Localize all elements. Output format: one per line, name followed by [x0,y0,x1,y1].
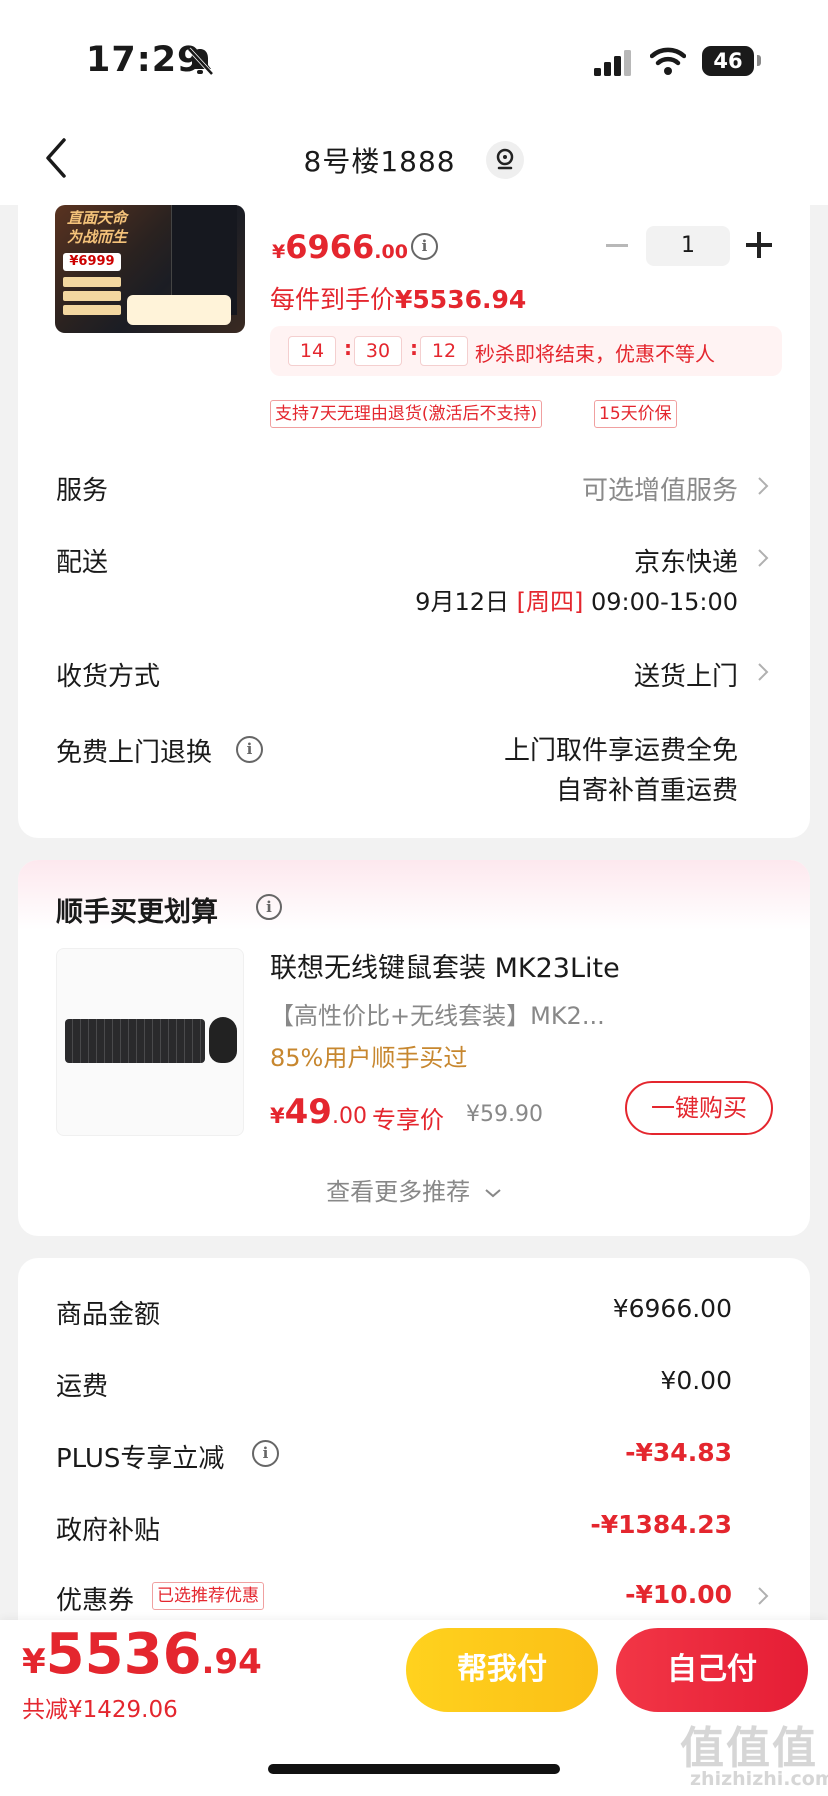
free-return-line1: 上门取件享运费全免 [503,736,738,766]
countdown-minutes: 30 [354,336,402,366]
address-text: 8号楼1888 [303,145,456,178]
battery-tip [757,55,761,66]
coupon-value[interactable]: -¥10.00 [625,1580,732,1609]
countdown-colon: : [410,336,418,360]
chevron-right-icon[interactable] [756,548,770,568]
per-item-price: 每件到手价¥5536.94 [270,285,527,314]
spec-chip [63,305,121,315]
total-price: ¥5536.94 [22,1622,262,1687]
addon-bought-rate: 85%用户顺手买过 [270,1044,468,1072]
countdown-text: 秒杀即将结束，优惠不等人 [475,342,715,366]
total-saved: 共减¥1429.06 [22,1697,178,1723]
product-image-price: ¥6999 [63,253,121,271]
addon-section-title: 顺手买更划算 [56,897,218,928]
return-policy-tag: 支持7天无理由退货(激活后不支持) [270,400,543,428]
addon-product-name[interactable]: 联想无线键鼠套装 MK23Lite [270,946,620,985]
delivery-time: 9月12日 [周四] 09:00-15:00 [415,588,738,616]
unit-price: ¥6966.00 [272,228,408,266]
home-indicator[interactable] [268,1764,560,1774]
addon-original-price: ¥59.90 [466,1102,543,1127]
chevron-right-icon[interactable] [756,1586,770,1606]
receive-method-label: 收货方式 [56,662,161,692]
signal-icon [594,50,631,76]
goods-amount-label: 商品金额 [56,1300,161,1330]
info-icon[interactable]: i [256,894,282,920]
location-pin-icon[interactable] [486,141,525,179]
info-icon[interactable]: i [411,233,438,260]
subsidy-bubble [127,295,231,325]
shipping-label: 运费 [56,1372,109,1402]
keyboard-product-image[interactable] [56,948,244,1136]
delivery-value[interactable]: 京东快递 [634,542,738,579]
product-image-caption: 直面天命 为战而生 [67,209,128,246]
chevron-right-icon[interactable] [756,476,770,496]
coupon-selected-tag: 已选推荐优惠 [152,1582,264,1610]
more-recommendations-label: 查看更多推荐 [326,1178,471,1206]
site-watermark: 值值值 zhizhizhi.com [680,1723,828,1790]
info-icon[interactable]: i [252,1440,279,1467]
plus-discount-label: PLUS专享立减 [56,1444,225,1474]
address-title[interactable]: 8号楼1888 [0,140,828,180]
chevron-right-icon[interactable] [756,662,770,682]
exclusive-price-label: 专享价 [372,1106,444,1134]
bell-off-icon [187,47,214,76]
one-click-buy-button[interactable]: 一键购买 [625,1081,773,1135]
service-label: 服务 [56,476,109,506]
help-me-pay-button[interactable]: 帮我付 [406,1628,598,1712]
keyboard-graphic [65,1019,205,1063]
spec-chip [63,291,121,301]
battery-indicator: 46 [702,46,754,76]
goods-amount-value: ¥6966.00 [612,1294,732,1323]
pay-myself-button[interactable]: 自己付 [616,1628,808,1712]
plus-discount-value: -¥34.83 [625,1438,732,1467]
flash-sale-countdown: 14 : 30 : 12 秒杀即将结束，优惠不等人 [270,326,782,376]
price-protect-tag: 15天价保 [594,400,677,428]
quantity-input[interactable]: 1 [646,226,730,266]
quantity-increase-button[interactable] [746,232,772,258]
gov-subsidy-label: 政府补贴 [56,1516,161,1546]
countdown-seconds: 12 [420,336,468,366]
mouse-graphic [209,1017,237,1063]
product-image[interactable]: 直面天命 为战而生 ¥6999 [55,205,245,333]
gov-subsidy-value: -¥1384.23 [590,1510,732,1539]
free-return-line2: 自寄补首重运费 [555,776,738,806]
wifi-icon [650,47,686,75]
status-time: 17:29 [86,40,203,80]
delivery-label: 配送 [56,548,109,578]
addon-product-desc: 【高性价比+无线套装】MK2... [270,1002,605,1030]
receive-method-value[interactable]: 送货上门 [634,656,738,693]
shipping-value: ¥0.00 [660,1366,732,1395]
service-value[interactable]: 可选增值服务 [582,470,738,507]
more-recommendations-link[interactable]: 查看更多推荐 [0,1172,828,1207]
top-bar: 17:29 46 8号楼1888 [0,0,828,205]
quantity-decrease-button[interactable] [606,244,628,247]
coupon-label: 优惠券 [56,1586,135,1616]
addon-price: ¥49.00 [270,1092,367,1132]
countdown-colon: : [344,336,352,360]
free-return-label: 免费上门退换 [56,738,213,768]
countdown-hours: 14 [288,336,336,366]
info-icon[interactable]: i [236,736,263,763]
spec-chip [63,277,121,287]
chevron-down-icon [485,1189,501,1198]
